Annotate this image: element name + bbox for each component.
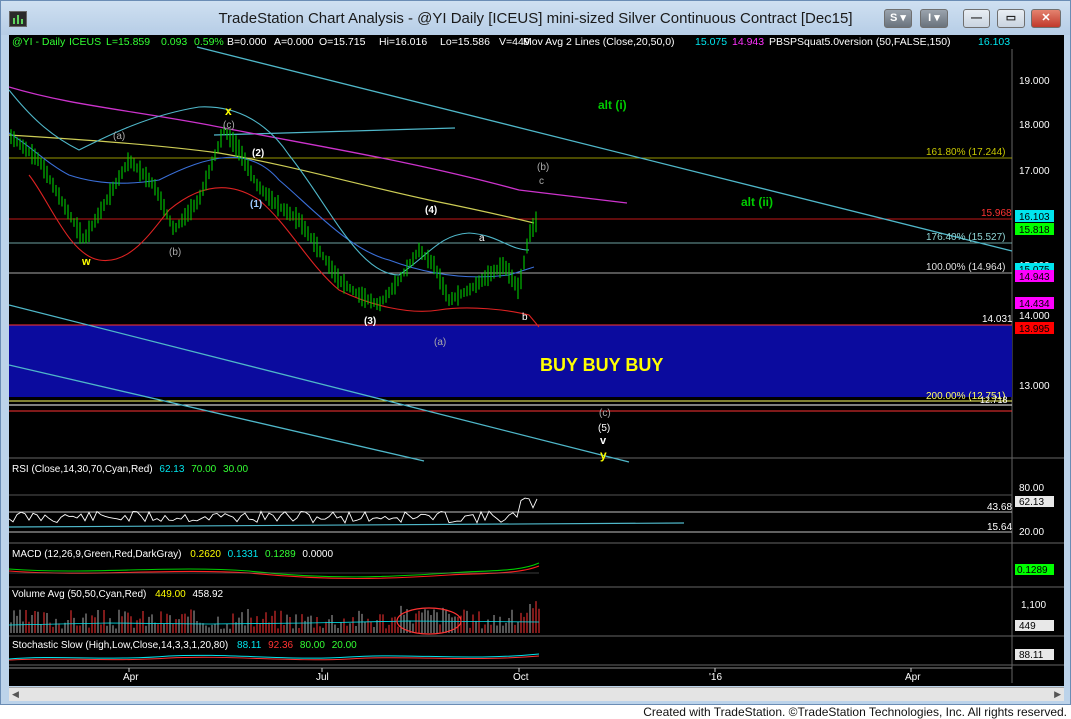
- price-tag: 16.103: [1019, 212, 1050, 223]
- volume-tick: 1,100: [1021, 600, 1046, 611]
- price-tick: 13.000: [1019, 381, 1050, 392]
- chart-canvas: @YI - Daily ICEUS L=15.859 0.093 0.59% B…: [8, 36, 1064, 683]
- title-bar[interactable]: TradeStation Chart Analysis - @YI Daily …: [1, 1, 1070, 35]
- wave-c-label: (c): [223, 120, 235, 131]
- price-tag: 14.434: [1019, 299, 1050, 310]
- rsi-level-2: 15.64: [987, 522, 1012, 533]
- price-tick: 19.000: [1019, 76, 1050, 87]
- rsi-tag: 62.13: [1019, 497, 1044, 508]
- macd-tag: 0.1289: [1017, 565, 1048, 576]
- price-tag: 14.943: [1019, 272, 1050, 283]
- time-label: Apr: [123, 672, 139, 683]
- price-bars: [10, 125, 537, 312]
- red-line-label: 15.968: [981, 208, 1012, 219]
- time-axis: Apr Jul Oct '16 Apr: [123, 668, 921, 683]
- fib-100-label: 100.00% (14.964): [926, 262, 1006, 273]
- fib-200b-label: 12.718: [980, 395, 1008, 405]
- wave-2-label: (2): [252, 148, 264, 159]
- minimize-button[interactable]: —: [963, 9, 990, 28]
- rsi-tick-20: 20.00: [1019, 527, 1044, 538]
- wave-sub-a-label: a: [479, 233, 485, 244]
- time-label: Oct: [513, 672, 529, 683]
- scroll-right-icon[interactable]: ▶: [1054, 689, 1061, 700]
- wave-a-label: (a): [113, 131, 125, 142]
- price-tick: 18.000: [1019, 120, 1050, 131]
- stoch-tag: 88.11: [1019, 650, 1044, 661]
- maximize-button[interactable]: ▭: [997, 9, 1025, 28]
- wave-c-up-label: c: [539, 176, 544, 187]
- price-tag: 15.818: [1019, 225, 1050, 236]
- macd-header: MACD (12,26,9,Green,Red,DarkGray) 0.2620…: [12, 549, 333, 560]
- rsi-header: RSI (Close,14,30,70,Cyan,Red) 62.13 70.0…: [12, 464, 248, 475]
- rsi-level-1: 43.68: [987, 502, 1012, 513]
- volume-header: Volume Avg (50,50,Cyan,Red) 449.00 458.9…: [12, 589, 224, 600]
- chart-window: TradeStation Chart Analysis - @YI Daily …: [0, 0, 1071, 705]
- wave-3-label: (3): [364, 316, 376, 327]
- alt-ii-label: alt (ii): [741, 195, 773, 209]
- time-label: Jul: [316, 672, 329, 683]
- wave-4-label: (4): [425, 205, 437, 216]
- support-label: 14.031: [982, 314, 1013, 325]
- close-button[interactable]: ✕: [1031, 9, 1061, 28]
- fib-1764-label: 176.40% (15.527): [926, 232, 1006, 243]
- scroll-left-icon[interactable]: ◀: [12, 689, 19, 700]
- footer-copyright: Created with TradeStation. ©TradeStation…: [643, 705, 1067, 719]
- wave-5-label: (5): [598, 423, 610, 434]
- time-label: Apr: [905, 672, 921, 683]
- rsi-line: [8, 497, 538, 524]
- price-tick: 17.000: [1019, 166, 1050, 177]
- wave-b-up-label: (b): [537, 162, 549, 173]
- chart-header: @YI - Daily ICEUS L=15.859 0.093 0.59% B…: [12, 36, 1010, 48]
- stoch-header: Stochastic Slow (High,Low,Close,14,3,3,1…: [12, 640, 357, 651]
- i-dropdown-button[interactable]: I ▾: [920, 9, 948, 28]
- s-dropdown-button[interactable]: S ▾: [884, 9, 912, 28]
- wave-1-label: (1): [250, 199, 262, 210]
- time-label: '16: [709, 672, 722, 683]
- wave-y-label: y: [600, 448, 607, 462]
- price-tick: 14.000: [1019, 311, 1050, 322]
- wave-a-low-label: (a): [434, 337, 446, 348]
- alt-i-label: alt (i): [598, 98, 627, 112]
- wave-w-label: w: [81, 256, 91, 268]
- buy-zone: [9, 325, 1012, 397]
- price-tag: 13.995: [1019, 324, 1050, 335]
- wave-b-label: (b): [169, 247, 181, 258]
- chart-area[interactable]: @YI - Daily ICEUS L=15.859 0.093 0.59% B…: [8, 35, 1064, 686]
- wave-sub-b-label: b: [522, 312, 528, 323]
- wave-v-label: v: [600, 435, 607, 447]
- horizontal-scrollbar[interactable]: ◀ ▶: [9, 687, 1064, 701]
- fib-1618-label: 161.80% (17.244): [926, 147, 1006, 158]
- buy-annotation: BUY BUY BUY: [540, 355, 663, 375]
- volume-tag: 449: [1019, 621, 1036, 632]
- wave-x-label: x: [225, 104, 232, 118]
- wave-c-low-label: (c): [599, 408, 611, 419]
- rsi-tick-80: 80.00: [1019, 483, 1044, 494]
